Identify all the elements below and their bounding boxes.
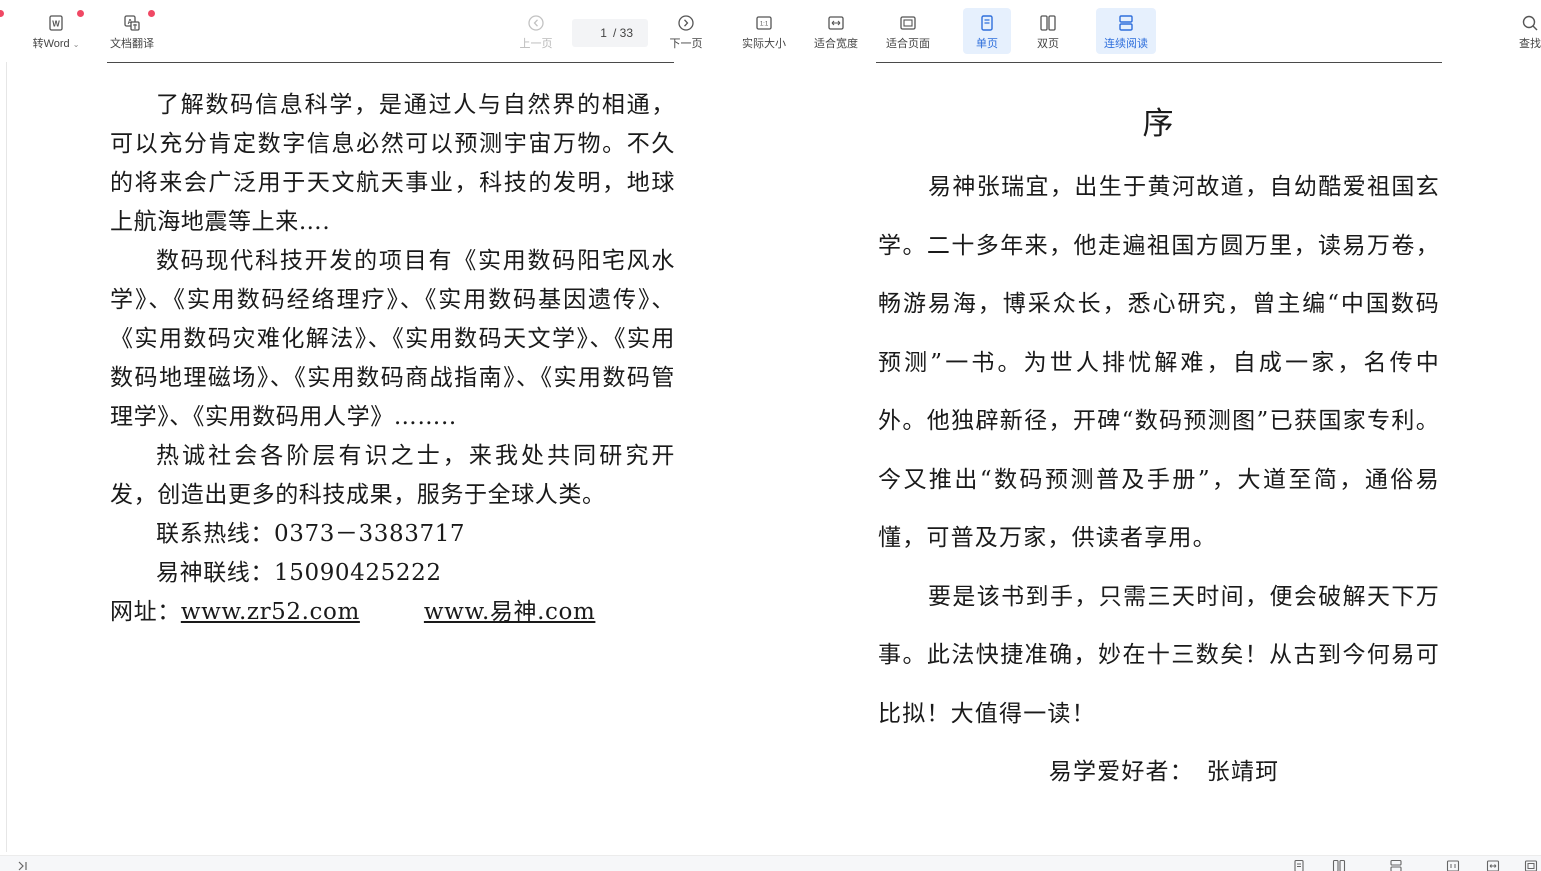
- left-page-paragraph-3: 热诚社会各阶层有识之士，来我处共同研究开发，创造出更多的科技成果，服务于全球人类…: [110, 443, 675, 508]
- svg-text:W: W: [52, 20, 60, 29]
- single-page-label: 单页: [976, 38, 998, 50]
- website-link-1[interactable]: www.zr52.com: [181, 599, 360, 625]
- continuous-reading-icon[interactable]: [1389, 859, 1403, 871]
- contact-hotline: 联系热线：0373－3383717: [156, 521, 466, 547]
- notification-dot: [0, 10, 4, 17]
- viewer-left-edge: [6, 62, 7, 852]
- actual-size-button[interactable]: 1:1 实际大小: [736, 8, 792, 54]
- status-bar: [0, 855, 1541, 871]
- pdf-reader-window: W 转Word⌄ A 文档翻译 上一页 / 33: [0, 0, 1541, 871]
- continuous-reading-icon: [1119, 15, 1133, 31]
- fit-width-button[interactable]: 适合宽度: [808, 8, 864, 54]
- next-page-label: 下一页: [669, 38, 703, 50]
- chevron-down-icon: ⌄: [72, 40, 80, 49]
- left-page-paragraph-1: 了解数码信息科学，是通过人与自然界的相通，可以充分肯定数字信息必然可以预测宇宙万…: [110, 92, 675, 235]
- fit-page-icon: [900, 16, 916, 30]
- single-page-icon: [981, 15, 993, 31]
- left-page: 了解数码信息科学，是通过人与自然界的相通，可以充分肯定数字信息必然可以预测宇宙万…: [110, 86, 675, 632]
- previous-page-label: 上一页: [519, 38, 553, 50]
- preface-paragraph-1: 易神张瑞宜，出生于黄河故道，自幼酷爱祖国玄学。二十多年来，他走遍祖国方圆万里，读…: [878, 174, 1440, 551]
- page-number-input[interactable]: [584, 26, 607, 40]
- fit-page-button[interactable]: 适合页面: [880, 8, 936, 54]
- website-label: 网址：: [110, 599, 181, 625]
- fit-width-icon: [828, 16, 844, 30]
- actual-size-icon: 1:1: [756, 16, 772, 30]
- single-page-icon[interactable]: [1292, 859, 1306, 871]
- translate-label: 文档翻译: [110, 38, 154, 50]
- double-page-label: 双页: [1037, 38, 1059, 50]
- fit-page-icon[interactable]: [1524, 859, 1538, 871]
- right-page: 序 易神张瑞宜，出生于黄河故道，自幼酷爱祖国玄学。二十多年来，他走遍祖国方圆万里…: [878, 96, 1440, 802]
- toolbar: W 转Word⌄ A 文档翻译 上一页 / 33: [0, 0, 1541, 60]
- right-page-top-border: [876, 62, 1442, 63]
- yishen-line: 易神联线：15090425222: [156, 560, 442, 586]
- translate-icon: A: [124, 15, 140, 31]
- chevron-right-circle-icon: [678, 15, 694, 31]
- search-icon: [1522, 15, 1538, 31]
- website-line: 网址：www.zr52.com www.易神.com: [110, 593, 675, 632]
- actual-size-icon[interactable]: [1446, 859, 1460, 871]
- fit-page-label: 适合页面: [886, 38, 930, 50]
- fit-width-label: 适合宽度: [814, 38, 858, 50]
- page-number-box: / 33: [572, 19, 648, 47]
- continuous-reading-button[interactable]: 连续阅读: [1096, 8, 1156, 54]
- left-page-paragraph-2: 数码现代科技开发的项目有《实用数码阳宅风水学》、《实用数码经络理疗》、《实用数码…: [110, 248, 675, 430]
- single-page-button[interactable]: 单页: [963, 8, 1011, 54]
- continuous-reading-label: 连续阅读: [1104, 38, 1148, 50]
- page-total: / 33: [612, 26, 633, 40]
- notification-dot: [77, 10, 84, 17]
- find-label: 查找: [1519, 38, 1541, 50]
- notification-dot: [148, 10, 155, 17]
- double-page-icon[interactable]: [1332, 859, 1346, 871]
- preface-title: 序: [1142, 106, 1176, 142]
- fit-width-icon[interactable]: [1486, 859, 1500, 871]
- website-link-2[interactable]: www.易神.com: [424, 599, 596, 625]
- chevron-left-circle-icon: [528, 15, 544, 31]
- convert-word-label: 转Word: [32, 38, 70, 50]
- preface-signature: 易学爱好者： 张靖珂: [1048, 759, 1280, 785]
- left-page-top-border: [107, 62, 674, 63]
- double-page-button[interactable]: 双页: [1024, 8, 1072, 54]
- actual-size-label: 实际大小: [742, 38, 786, 50]
- next-page-button[interactable]: 下一页: [662, 8, 710, 54]
- expand-sidebar-icon[interactable]: [16, 859, 30, 871]
- word-file-icon: W: [49, 15, 63, 31]
- find-button[interactable]: 查找: [1512, 8, 1541, 54]
- preface-paragraph-2: 要是该书到手，只需三天时间，便会破解天下万事。此法快捷准确，妙在十三数矣！从古到…: [878, 583, 1440, 727]
- actual-size-glyph: 1:1: [760, 22, 769, 28]
- previous-page-button[interactable]: 上一页: [512, 8, 560, 54]
- double-page-icon: [1040, 15, 1056, 31]
